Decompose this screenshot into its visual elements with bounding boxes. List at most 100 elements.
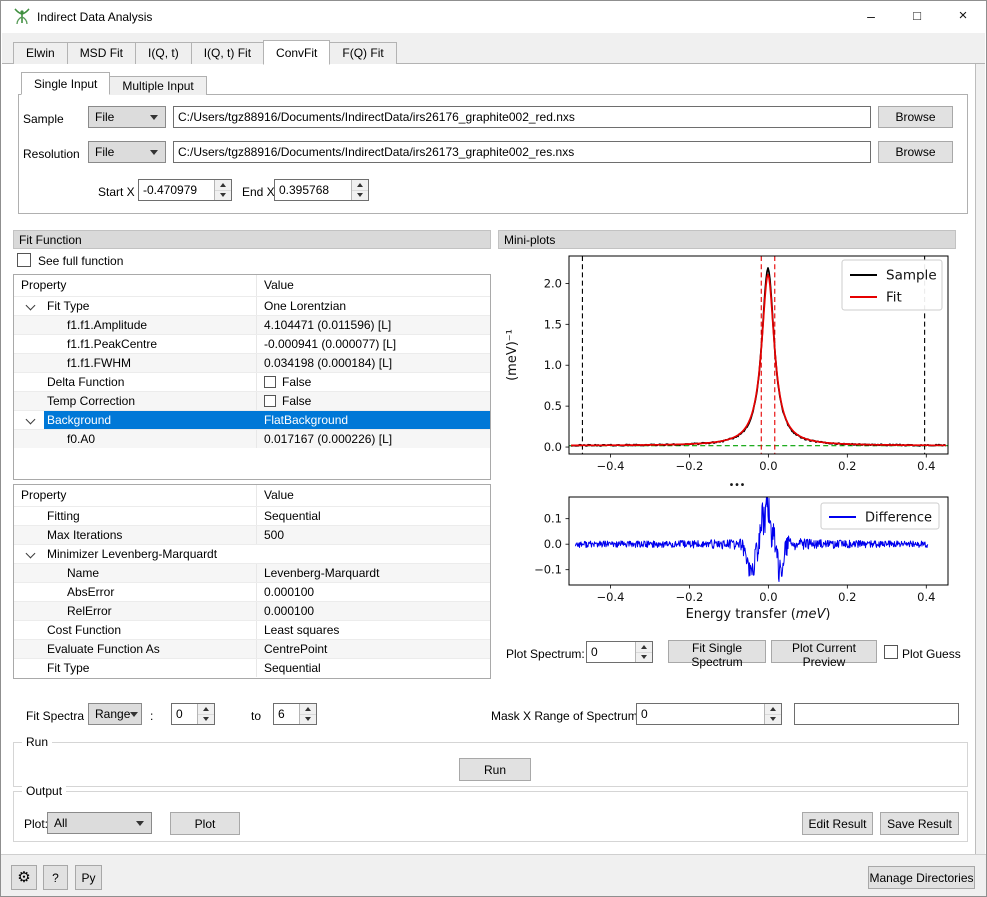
property-row-fitting[interactable]: FittingSequential <box>14 506 490 525</box>
python-export-button[interactable]: Py <box>75 865 102 890</box>
start-x-spinbox[interactable]: -0.470979 <box>138 179 232 201</box>
sample-path-input[interactable] <box>173 106 871 128</box>
property-row-cost-function[interactable]: Cost FunctionLeast squares <box>14 620 490 639</box>
property-row-f1-f1-fwhm[interactable]: f1.f1.FWHM0.034198 (0.000184) [L] <box>14 353 490 372</box>
vertical-scrollbar[interactable] <box>975 64 985 854</box>
resolution-browse-button[interactable]: Browse <box>878 141 953 163</box>
fit-preview-plot[interactable]: −0.4−0.20.00.20.40.00.51.01.52.0(meV)⁻¹S… <box>501 251 953 483</box>
expander-chevron-icon[interactable] <box>26 549 36 559</box>
fit-spectra-from-spinbox[interactable]: 0 <box>171 703 215 725</box>
difference-plot[interactable]: −0.4−0.20.00.20.4−0.10.00.1Energy transf… <box>501 493 953 631</box>
settings-button[interactable]: ⚙ <box>11 865 37 890</box>
property-row-relerror[interactable]: RelError0.000100 <box>14 601 490 620</box>
spin-up-icon[interactable] <box>215 180 231 191</box>
sample-mode-combo[interactable]: File <box>88 106 166 128</box>
svg-text:Energy transfer (meV): Energy transfer (meV) <box>686 607 831 622</box>
tab-i-q-t[interactable]: I(Q, t) <box>135 42 192 64</box>
property-row-f1-f1-amplitude[interactable]: f1.f1.Amplitude4.104471 (0.011596) [L] <box>14 315 490 334</box>
property-row-minimizer-levenberg-marquardt[interactable]: Minimizer Levenberg-Marquardt <box>14 544 490 563</box>
dropdown-arrow-icon <box>150 115 158 120</box>
plot-spectrum-spinbox[interactable]: 0 <box>586 641 653 663</box>
spin-up-icon[interactable] <box>352 180 368 191</box>
spin-down-icon[interactable] <box>636 653 652 663</box>
plot-guess-checkbox[interactable] <box>884 645 898 659</box>
run-group-label: Run <box>22 735 52 749</box>
property-row-fit-type[interactable]: Fit TypeOne Lorentzian <box>14 296 490 315</box>
svg-text:0.0: 0.0 <box>544 440 562 454</box>
edit-result-button[interactable]: Edit Result <box>802 812 873 835</box>
mini-plots-header: Mini-plots <box>498 230 956 249</box>
fit-spectra-to-spinbox[interactable]: 6 <box>273 703 317 725</box>
title-bar: Indirect Data Analysis – □ × <box>1 1 986 33</box>
svg-text:−0.4: −0.4 <box>596 590 624 604</box>
manage-directories-button[interactable]: Manage Directories <box>868 866 975 889</box>
svg-text:2.0: 2.0 <box>544 276 562 290</box>
help-button[interactable]: ? <box>43 865 68 890</box>
spin-down-icon[interactable] <box>198 715 214 725</box>
spin-up-icon[interactable] <box>765 704 781 715</box>
svg-text:0.2: 0.2 <box>838 459 856 473</box>
svg-text:Difference: Difference <box>865 511 932 526</box>
property-row-name[interactable]: NameLevenberg-Marquardt <box>14 563 490 582</box>
spin-up-icon[interactable] <box>198 704 214 715</box>
close-button[interactable]: × <box>940 1 986 33</box>
spin-up-icon[interactable] <box>300 704 316 715</box>
property-row-f1-f1-peakcentre[interactable]: f1.f1.PeakCentre-0.000941 (0.000077) [L] <box>14 334 490 353</box>
fit-function-table: PropertyValueFit TypeOne Lorentzianf1.f1… <box>13 274 491 480</box>
fit-spectra-mode-combo[interactable]: Range <box>88 703 142 725</box>
fit-single-spectrum-button[interactable]: Fit Single Spectrum <box>668 640 766 663</box>
end-x-spinbox[interactable]: 0.395768 <box>274 179 369 201</box>
plot-current-preview-button[interactable]: Plot Current Preview <box>771 640 877 663</box>
property-row-delta-function[interactable]: Delta FunctionFalse <box>14 372 490 391</box>
mask-range-input[interactable] <box>794 703 959 725</box>
run-button[interactable]: Run <box>459 758 531 781</box>
spin-down-icon[interactable] <box>352 191 368 201</box>
property-row-background[interactable]: BackgroundFlatBackground <box>14 410 490 429</box>
spin-down-icon[interactable] <box>300 715 316 725</box>
property-row-max-iterations[interactable]: Max Iterations500 <box>14 525 490 544</box>
svg-text:0.2: 0.2 <box>838 590 856 604</box>
svg-text:−0.4: −0.4 <box>596 459 624 473</box>
output-group: Output Plot: All Plot Edit Result Save R… <box>13 791 968 842</box>
minimize-button[interactable]: – <box>848 1 894 33</box>
expander-chevron-icon[interactable] <box>26 301 36 311</box>
spin-down-icon[interactable] <box>765 715 781 725</box>
property-row-temp-correction[interactable]: Temp CorrectionFalse <box>14 391 490 410</box>
spin-down-icon[interactable] <box>215 191 231 201</box>
subtab-single-input[interactable]: Single Input <box>21 72 110 95</box>
svg-text:0.4: 0.4 <box>917 459 935 473</box>
resolution-mode-combo[interactable]: File <box>88 141 166 163</box>
value-checkbox[interactable] <box>264 376 276 388</box>
property-row-evaluate-function-as[interactable]: Evaluate Function AsCentrePoint <box>14 639 490 658</box>
tab-convfit[interactable]: ConvFit <box>263 40 330 65</box>
save-result-button[interactable]: Save Result <box>880 812 959 835</box>
spin-up-icon[interactable] <box>636 642 652 653</box>
maximize-button[interactable]: □ <box>894 1 940 33</box>
expander-chevron-icon[interactable] <box>26 415 36 425</box>
input-subtab-bar: Single InputMultiple Input <box>18 72 206 95</box>
fit-function-header: Fit Function <box>13 230 491 249</box>
tab-f-q-fit[interactable]: F(Q) Fit <box>329 42 396 64</box>
svg-text:Sample: Sample <box>886 268 937 284</box>
svg-text:0.0: 0.0 <box>759 590 777 604</box>
table-header-row: PropertyValue <box>14 275 490 296</box>
mask-spectrum-spinbox[interactable]: 0 <box>636 703 782 725</box>
resolution-path-input[interactable] <box>173 141 871 163</box>
output-plot-combo[interactable]: All <box>47 812 152 834</box>
property-row-fit-type[interactable]: Fit TypeSequential <box>14 658 490 677</box>
tab-msd-fit[interactable]: MSD Fit <box>67 42 136 64</box>
subtab-multiple-input[interactable]: Multiple Input <box>109 76 206 95</box>
end-x-label: End X <box>242 185 275 199</box>
tab-i-q-t-fit[interactable]: I(Q, t) Fit <box>191 42 264 64</box>
tab-elwin[interactable]: Elwin <box>13 42 68 64</box>
property-row-abserror[interactable]: AbsError0.000100 <box>14 582 490 601</box>
plots-splitter-handle[interactable]: ••• <box>714 481 762 493</box>
svg-text:−0.2: −0.2 <box>675 459 703 473</box>
output-plot-button[interactable]: Plot <box>170 812 240 835</box>
sample-browse-button[interactable]: Browse <box>878 106 953 128</box>
see-full-function-checkbox[interactable] <box>17 253 31 267</box>
main-tab-bar: ElwinMSD FitI(Q, t)I(Q, t) FitConvFitF(Q… <box>2 33 985 64</box>
plot-spectrum-label: Plot Spectrum: <box>506 647 585 661</box>
value-checkbox[interactable] <box>264 395 276 407</box>
property-row-f0-a0[interactable]: f0.A00.017167 (0.000226) [L] <box>14 429 490 448</box>
